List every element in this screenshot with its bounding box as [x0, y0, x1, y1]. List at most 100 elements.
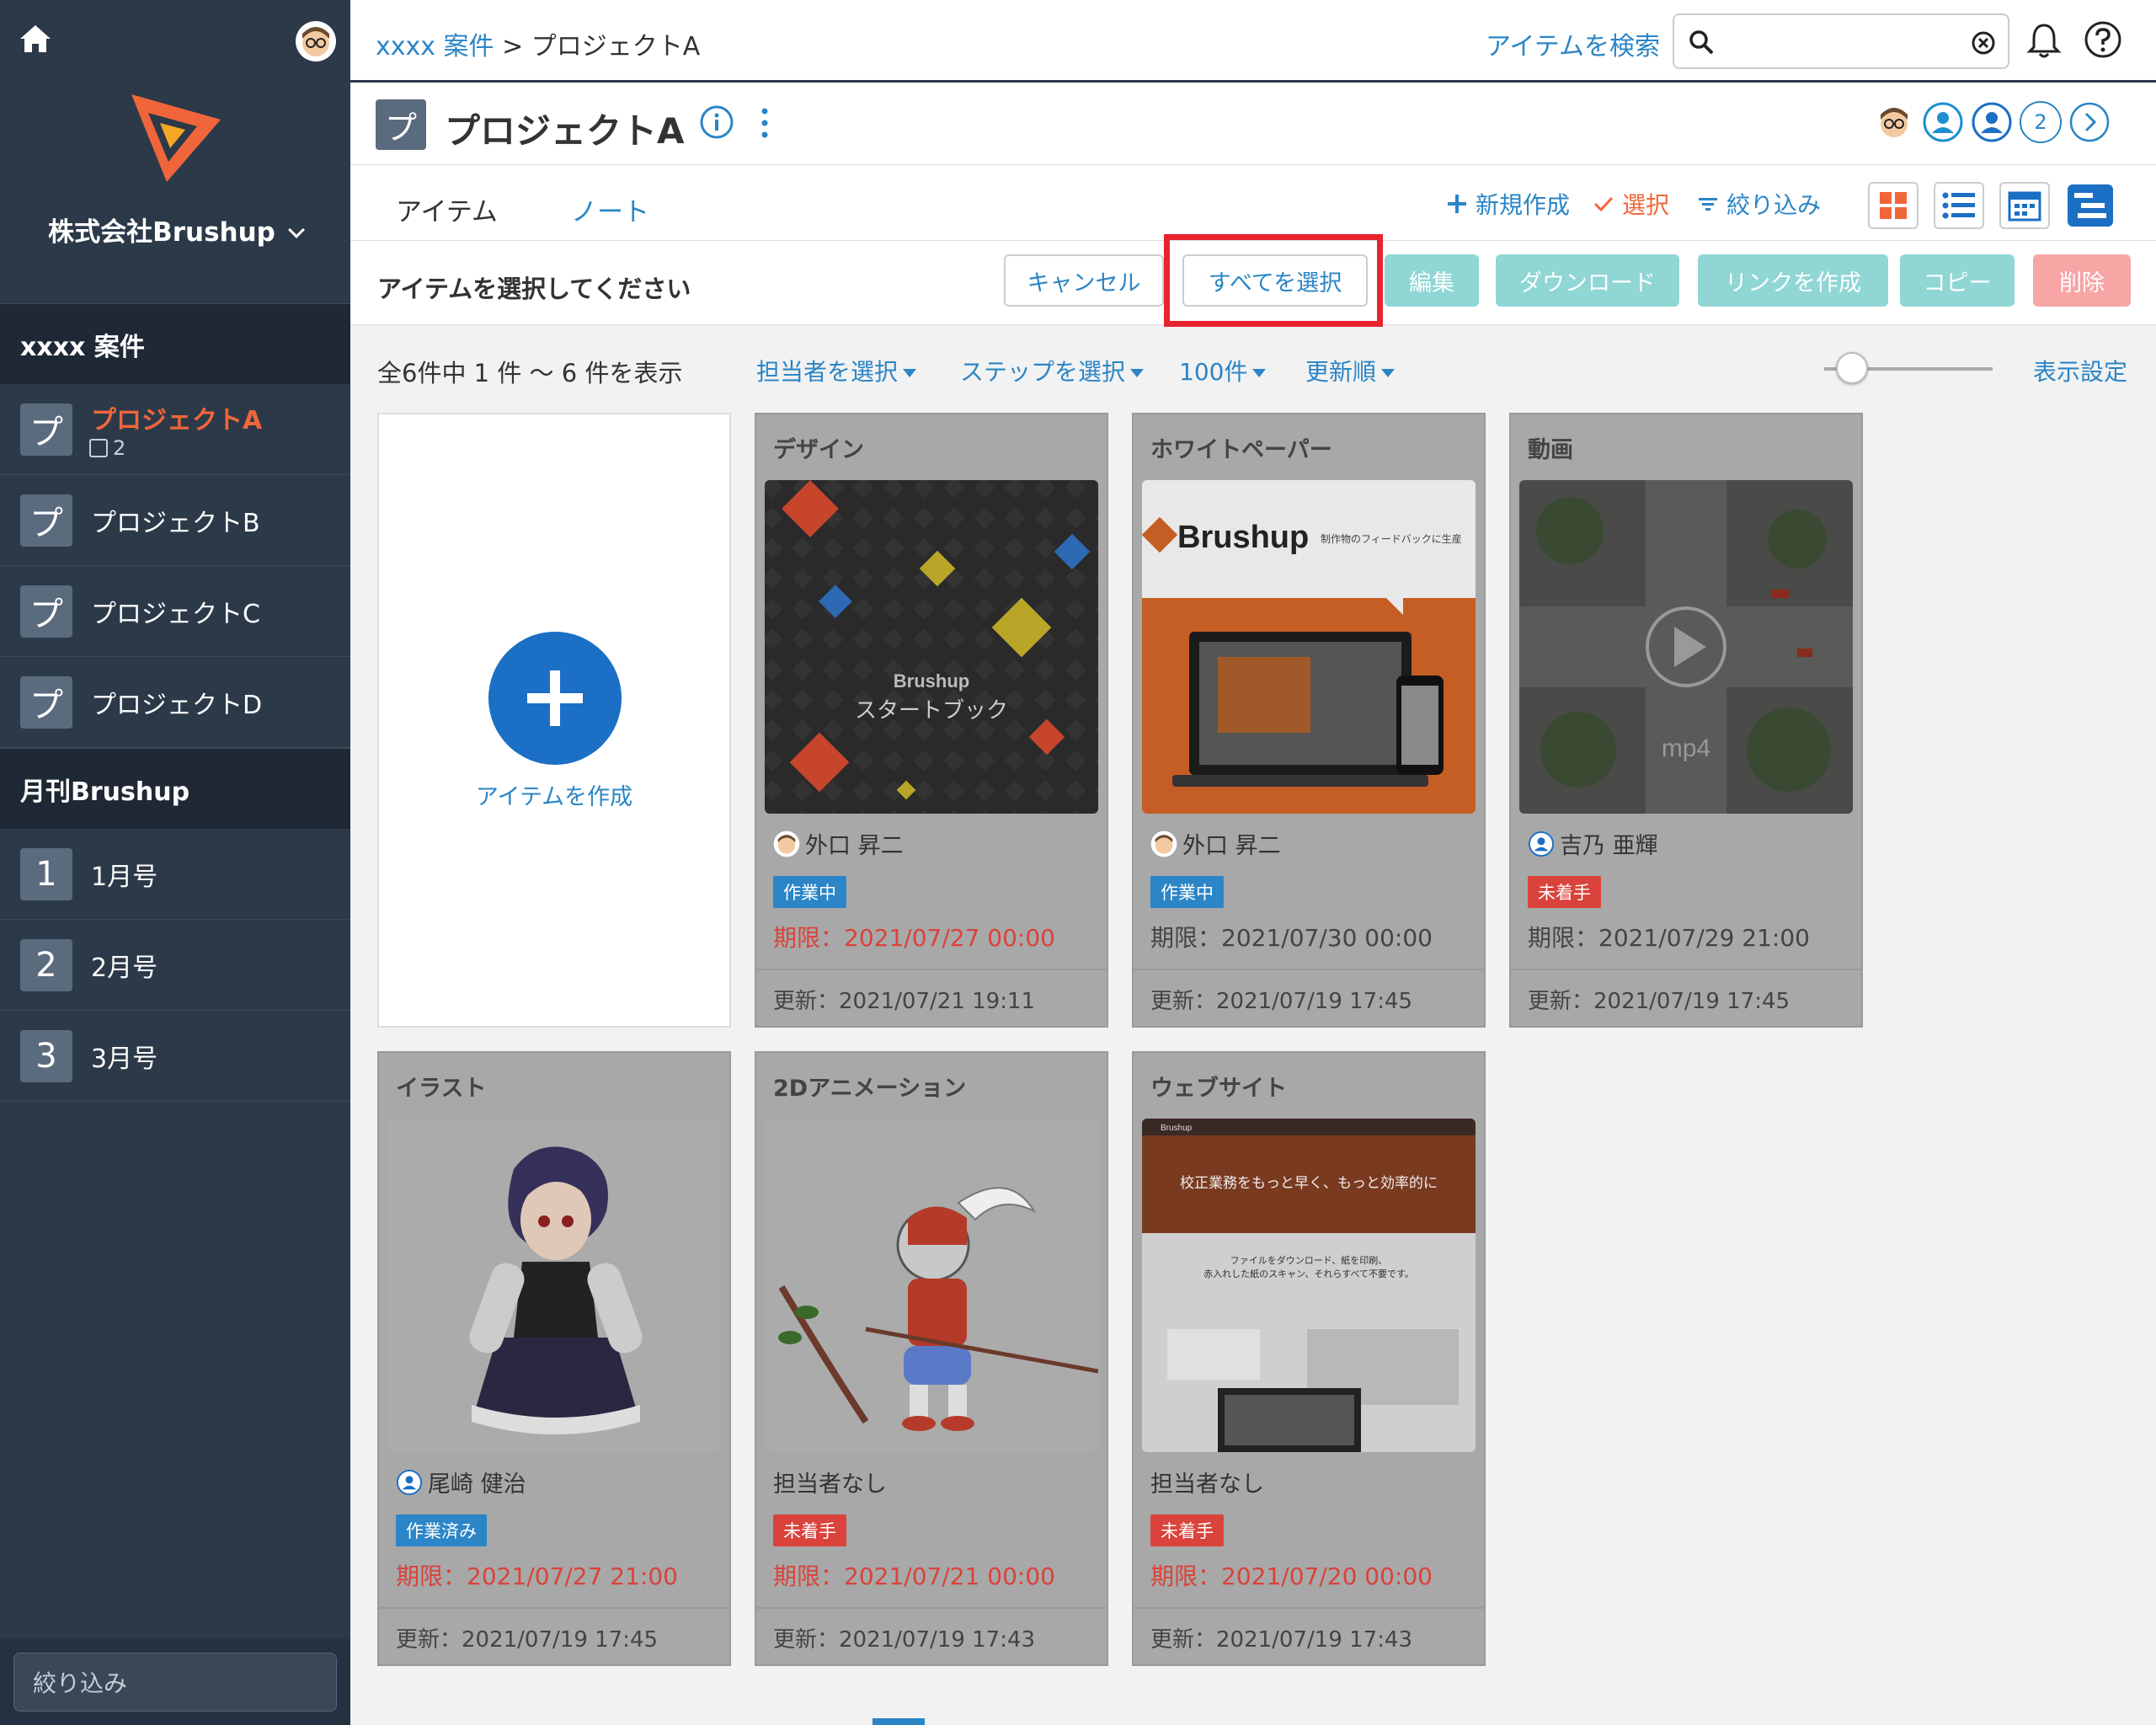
chevron-right-icon[interactable] — [2068, 101, 2111, 143]
item-card[interactable]: イラスト 尾崎 健治 作業済み 期限：2021/07/27 21:00 更新：2… — [377, 1051, 731, 1666]
sidebar-item-label: 3月号 — [91, 1044, 158, 1074]
info-icon[interactable] — [699, 104, 734, 140]
per-page-dropdown[interactable]: 100件 — [1179, 354, 1267, 387]
issue-badge: 3 — [20, 1029, 72, 1082]
issue-badge: 2 — [20, 938, 72, 991]
item-card[interactable]: 2Dアニメーション 担当者なし 未着手 期限：2021/07/21 00:00 … — [755, 1051, 1108, 1666]
grid-view-button[interactable] — [1868, 182, 1919, 229]
assignee-name: 吉乃 亜輝 — [1560, 833, 1658, 859]
search-input[interactable] — [1725, 25, 1952, 59]
create-item-card[interactable]: アイテムを作成 — [377, 413, 731, 1028]
issue-badge: 1 — [20, 847, 72, 900]
status-badge: 未着手 — [1528, 876, 1601, 908]
project-badge: プ — [20, 403, 72, 456]
help-icon[interactable] — [2084, 20, 2122, 59]
item-card[interactable]: ホワイトペーパー Brushup 制作物のフィードバックに生産 外口 昇二 作業… — [1132, 413, 1486, 1028]
sidebar-item-project-a[interactable]: プ プロジェクトA 2 — [0, 384, 350, 475]
sidebar-item-january[interactable]: 1 1月号 — [0, 829, 350, 920]
display-settings-link[interactable]: 表示設定 — [2033, 354, 2127, 387]
step-dropdown[interactable]: ステップを選択 — [960, 354, 1145, 387]
thumbnail-brand: Brushup — [894, 670, 969, 692]
project-badge: プ — [376, 99, 426, 150]
sidebar-item-label: プロジェクトA — [91, 405, 263, 435]
assignee-name: 担当者なし — [1150, 1471, 1264, 1498]
thumbnail-text: 校正業務をもっと早く、もっと効率的に — [1180, 1175, 1438, 1192]
step-dropdown-label: ステップを選択 — [960, 358, 1126, 386]
member-avatar[interactable] — [1922, 101, 1964, 143]
checkbox-icon — [89, 439, 108, 457]
sidebar-item-project-b[interactable]: プ プロジェクトB — [0, 475, 350, 566]
assignee-name: 外口 昇二 — [1182, 833, 1281, 859]
sidebar-filter-input[interactable]: 絞り込み — [13, 1653, 337, 1712]
highlight-box — [1164, 234, 1383, 327]
tab-notes[interactable]: ノート — [571, 190, 649, 243]
bell-icon[interactable] — [2026, 22, 2062, 59]
item-card[interactable]: 動画 mp4 吉乃 亜輝 未着手 期限：2021/07/29 21:00 更新：… — [1509, 413, 1863, 1028]
sidebar-item-label: 2月号 — [91, 953, 158, 983]
sidebar: 株式会社Brushup xxxx 案件 プ プロジェクトA 2 プ プロジェクト… — [0, 0, 350, 1725]
list-view-button[interactable] — [1934, 182, 1984, 229]
copy-button[interactable]: コピー — [1900, 254, 2015, 307]
status-badge: 作業中 — [773, 876, 846, 908]
select-label: 選択 — [1622, 191, 1670, 219]
search-box[interactable] — [1673, 13, 2009, 69]
filter-button[interactable]: 絞り込み — [1696, 187, 1821, 221]
sidebar-item-project-d[interactable]: プ プロジェクトD — [0, 657, 350, 748]
item-card[interactable]: デザイン Brushup スタートブック 外口 昇二 作業中 期限：2021/0… — [755, 413, 1108, 1028]
company-switcher[interactable]: 株式会社Brushup — [0, 211, 350, 248]
item-card[interactable]: ウェブサイト Brushup 校正業務をもっと早く、もっと効率的に ファイルをダ… — [1132, 1051, 1486, 1666]
card-thumbnail[interactable] — [765, 1119, 1098, 1452]
delete-button[interactable]: 削除 — [2033, 254, 2131, 307]
status-badge: 未着手 — [1150, 1514, 1224, 1546]
thumbnail-text: 制作物のフィードバックに生産 — [1321, 532, 1462, 545]
selection-message: アイテムを選択してください — [377, 275, 691, 303]
whitepaper-thumbnail: Brushup 制作物のフィードバックに生産 — [1142, 480, 1476, 814]
more-vertical-icon[interactable] — [760, 106, 770, 140]
sort-dropdown[interactable]: 更新順 — [1305, 354, 1396, 387]
sidebar-item-march[interactable]: 3 3月号 — [0, 1011, 350, 1102]
sidebar-item-february[interactable]: 2 2月号 — [0, 920, 350, 1011]
cancel-button[interactable]: キャンセル — [1004, 254, 1164, 307]
list-filter-bar: 全6件中 1 件 〜 6 件を表示 担当者を選択 ステップを選択 100件 更新… — [350, 327, 2156, 411]
user-avatar[interactable] — [295, 20, 337, 62]
card-assignee: 外口 昇二 — [1150, 827, 1281, 860]
clear-icon[interactable] — [1971, 30, 1996, 56]
caret-down-icon — [1130, 369, 1145, 377]
home-icon[interactable] — [17, 20, 54, 57]
card-thumbnail[interactable]: mp4 — [1519, 480, 1853, 814]
assignee-dropdown[interactable]: 担当者を選択 — [756, 354, 917, 387]
edit-button[interactable]: 編集 — [1385, 254, 1479, 307]
sidebar-section-title: 月刊Brushup — [0, 748, 350, 829]
sidebar-item-project-c[interactable]: プ プロジェクトC — [0, 566, 350, 657]
member-avatar[interactable] — [1971, 101, 2013, 143]
gantt-view-button[interactable] — [2065, 182, 2116, 229]
member-avatar[interactable] — [1873, 101, 1915, 143]
website-thumbnail: Brushup 校正業務をもっと早く、もっと効率的に ファイルをダウンロード、紙… — [1142, 1119, 1476, 1452]
card-thumbnail[interactable] — [387, 1119, 721, 1452]
assignee-name: 担当者なし — [773, 1471, 887, 1498]
status-badge: 作業済み — [396, 1514, 487, 1546]
caret-down-icon — [1252, 369, 1267, 377]
task-count: 2 — [89, 436, 125, 460]
card-assignee: 尾崎 健治 — [396, 1466, 526, 1498]
card-thumbnail[interactable]: Brushup 校正業務をもっと早く、もっと効率的に ファイルをダウンロード、紙… — [1142, 1119, 1476, 1452]
thumbnail-brand: Brushup — [1177, 520, 1309, 555]
select-button[interactable]: 選択 — [1592, 187, 1669, 221]
card-assignee: 担当者なし — [1150, 1466, 1264, 1498]
card-thumbnail[interactable]: Brushup 制作物のフィードバックに生産 — [1142, 480, 1476, 814]
project-header: プ プロジェクトA 2 — [350, 83, 2156, 165]
breadcrumb-link[interactable]: xxxx 案件 — [376, 32, 494, 61]
card-assignee: 吉乃 亜輝 — [1528, 827, 1658, 860]
list-icon — [1942, 192, 1975, 219]
more-members-count[interactable]: 2 — [2020, 101, 2062, 143]
card-thumbnail[interactable]: Brushup スタートブック — [765, 480, 1098, 814]
card-deadline: 期限：2021/07/21 00:00 — [773, 1562, 1055, 1590]
download-button[interactable]: ダウンロード — [1496, 254, 1679, 307]
tab-items[interactable]: アイテム — [379, 190, 515, 247]
slider-handle[interactable] — [1836, 352, 1868, 384]
breadcrumb: xxxx 案件 > プロジェクトA — [376, 25, 700, 62]
search-items-link[interactable]: アイテムを検索 — [1486, 25, 1660, 62]
create-link-button[interactable]: リンクを作成 — [1698, 254, 1888, 307]
new-item-button[interactable]: 新規作成 — [1445, 187, 1570, 221]
calendar-view-button[interactable] — [1999, 182, 2050, 229]
